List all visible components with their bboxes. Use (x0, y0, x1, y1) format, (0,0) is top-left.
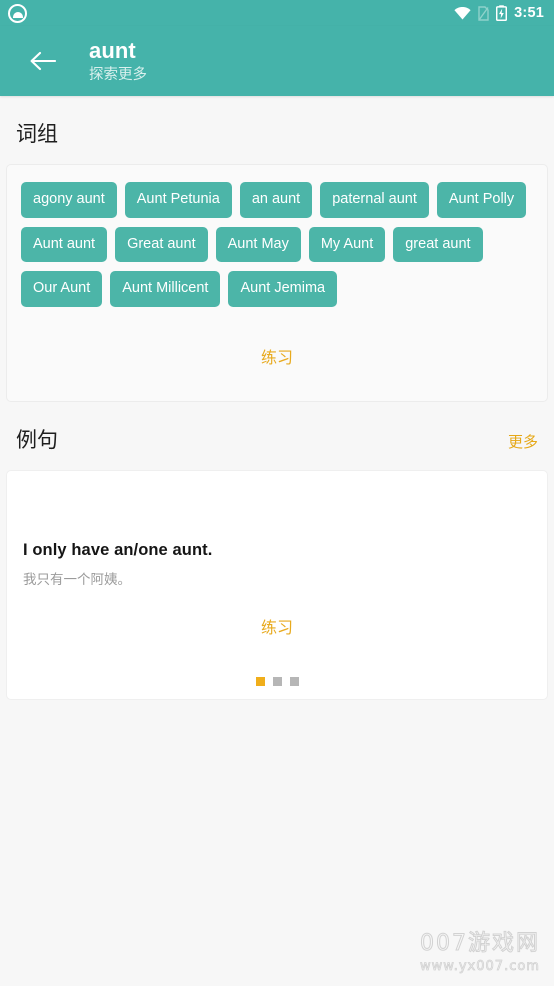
phrases-card: agony aunt Aunt Petunia an aunt paternal… (6, 164, 548, 402)
phrase-chip[interactable]: paternal aunt (320, 182, 429, 218)
status-bar-clock: 3:51 (514, 4, 544, 21)
phrase-chip[interactable]: Aunt Millicent (110, 271, 221, 307)
phrase-chip[interactable]: My Aunt (308, 226, 386, 262)
phrase-chip[interactable]: Aunt aunt (21, 226, 108, 262)
phrase-chip[interactable]: great aunt (393, 226, 483, 262)
phrase-chip[interactable]: Aunt May (215, 226, 301, 262)
phrase-chip[interactable]: Aunt Jemima (228, 271, 338, 307)
back-arrow-icon (30, 51, 56, 71)
carousel-dot-1[interactable] (255, 676, 265, 686)
wifi-icon (454, 6, 471, 19)
back-button[interactable] (20, 39, 64, 83)
status-bar-left (8, 3, 27, 23)
phrase-chip[interactable]: Our Aunt (21, 271, 103, 307)
phrases-section-title: 词组 (16, 122, 58, 146)
page-title: aunt (89, 38, 136, 64)
example-sentence-english: I only have an/one aunt. (23, 540, 213, 559)
examples-section-header: 例句 更多 (0, 402, 554, 470)
phrase-chip[interactable]: Aunt Petunia (124, 182, 232, 218)
app-bar-titles: aunt 探索更多 (89, 38, 147, 83)
watermark: 007游戏网 www.yx007.com (420, 930, 540, 975)
example-sentence-chinese: 我只有一个阿姨。 (23, 571, 131, 588)
phrase-chip-list: agony aunt Aunt Petunia an aunt paternal… (7, 165, 547, 311)
app-bar: aunt 探索更多 (0, 26, 554, 96)
phrase-chip[interactable]: an aunt (239, 182, 313, 218)
watermark-title: 007游戏网 (420, 930, 540, 956)
cloud-icon (8, 3, 27, 23)
page-subtitle: 探索更多 (89, 66, 147, 83)
example-sentence-card: I only have an/one aunt. 我只有一个阿姨。 练习 (6, 469, 548, 700)
status-bar-right: 3:51 (454, 5, 544, 21)
carousel-pagination (7, 676, 547, 686)
examples-section-title: 例句 (16, 427, 58, 452)
phrases-practice-button[interactable]: 练习 (7, 311, 547, 401)
phrase-chip[interactable]: Aunt Polly (436, 182, 527, 218)
watermark-url: www.yx007.com (420, 959, 540, 975)
battery-charging-icon (496, 5, 508, 21)
phrase-chip[interactable]: agony aunt (21, 182, 117, 218)
example-practice-button[interactable]: 练习 (23, 614, 531, 638)
carousel-dot-2[interactable] (272, 676, 282, 686)
phrase-chip[interactable]: Great aunt (115, 226, 208, 262)
examples-more-link[interactable]: 更多 (508, 431, 538, 452)
app-screen: 3:51 aunt 探索更多 词组 agony aunt Aunt Petuni… (0, 0, 554, 986)
status-bar: 3:51 (0, 0, 554, 26)
sim-off-icon (478, 5, 489, 21)
carousel-dot-3[interactable] (289, 676, 299, 686)
phrases-section-header: 词组 (0, 96, 554, 164)
